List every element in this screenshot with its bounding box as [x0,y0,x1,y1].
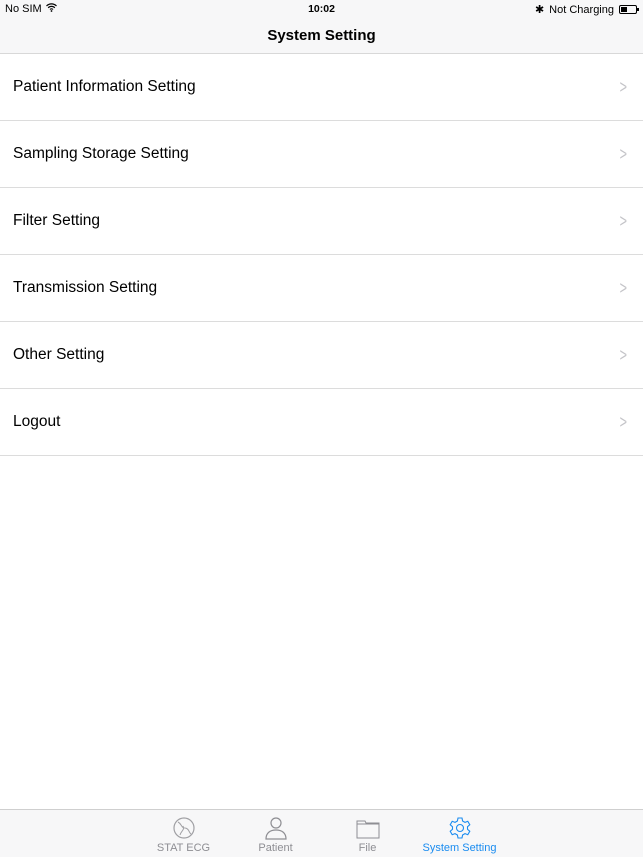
row-label: Patient Information Setting [13,78,196,95]
setting-patient-information[interactable]: Patient Information Setting > [0,54,643,121]
charging-label: Not Charging [549,3,614,16]
chevron-right-icon: > [620,277,628,298]
row-label: Sampling Storage Setting [13,145,189,162]
tab-file[interactable]: File [322,810,414,857]
chevron-right-icon: > [620,210,628,231]
tab-stat-ecg[interactable]: STAT ECG [138,810,230,857]
globe-icon [172,817,195,839]
battery-icon [619,5,639,14]
settings-list: Patient Information Setting > Sampling St… [0,54,643,456]
tab-label: File [358,842,377,854]
tab-patient[interactable]: Patient [230,810,322,857]
folder-icon [356,820,379,839]
tab-system-setting[interactable]: System Setting [414,810,506,857]
tab-label: Patient [258,842,293,854]
chevron-right-icon: > [620,344,628,365]
setting-other[interactable]: Other Setting > [0,322,643,389]
chevron-right-icon: > [620,143,628,164]
row-label: Logout [13,413,61,430]
tab-label: STAT ECG [156,842,211,854]
row-label: Filter Setting [13,212,101,229]
setting-sampling-storage[interactable]: Sampling Storage Setting > [0,121,643,188]
status-bar: No SIM 10:02 ✱ Not Charging [0,0,643,20]
setting-transmission[interactable]: Transmission Setting > [0,255,643,322]
person-icon [264,817,287,840]
chevron-right-icon: > [620,76,628,97]
gear-icon [448,817,471,839]
chevron-right-icon: > [620,411,628,432]
tab-label: System Setting [422,842,497,854]
logout-row[interactable]: Logout > [0,389,643,456]
row-label: Transmission Setting [13,279,158,296]
bluetooth-icon: ✱ [534,4,545,16]
row-label: Other Setting [13,346,105,363]
page-title: System Setting [0,20,643,54]
tab-bar: STAT ECG Patient File System Setting [0,809,643,857]
setting-filter[interactable]: Filter Setting > [0,188,643,255]
